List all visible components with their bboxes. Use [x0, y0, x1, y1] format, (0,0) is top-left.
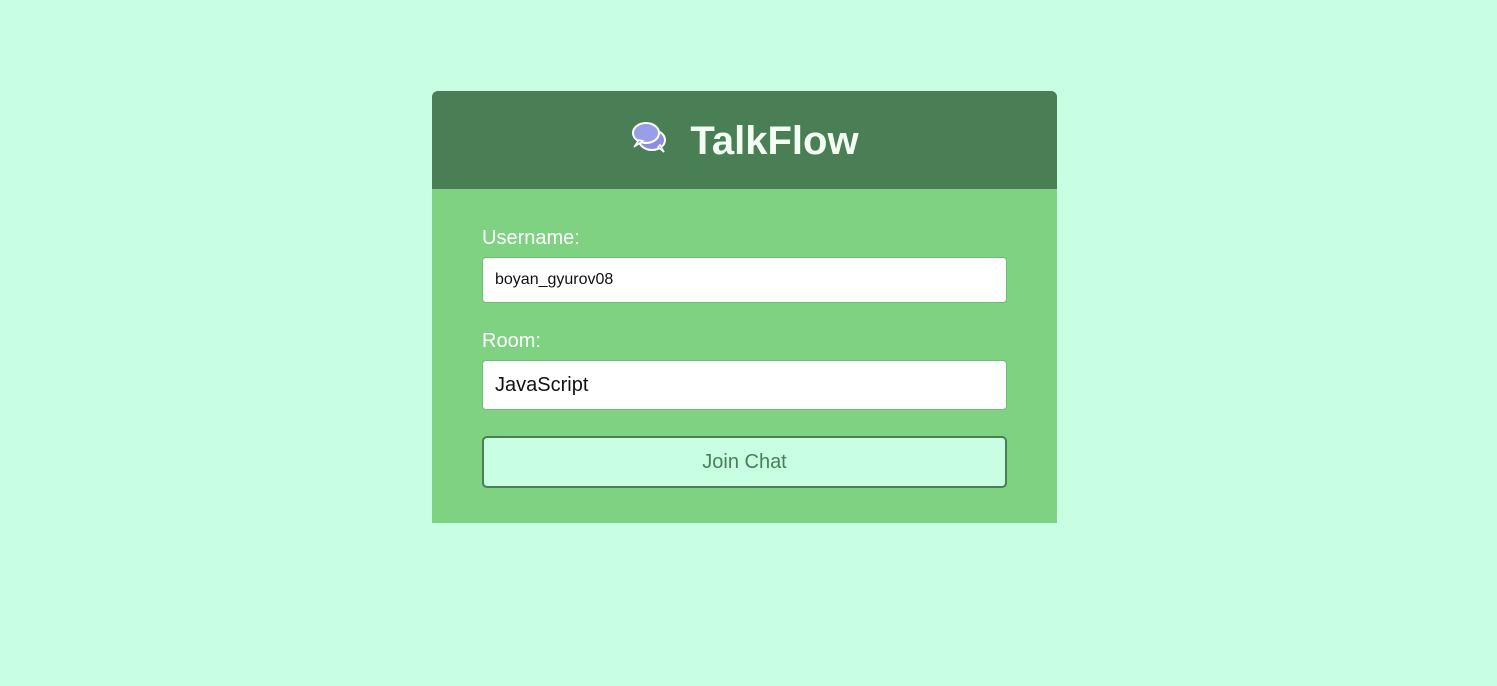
room-input[interactable] — [482, 360, 1007, 410]
join-form: Username: Room: Join Chat — [432, 227, 1057, 488]
room-label: Room: — [482, 330, 541, 352]
username-label: Username: — [482, 227, 580, 249]
speech-bubbles-icon — [630, 120, 668, 154]
join-card: TalkFlow Username: Room: Join Chat — [432, 91, 1057, 523]
card-header: TalkFlow — [432, 91, 1057, 189]
username-input[interactable] — [482, 257, 1007, 303]
app-title: TalkFlow — [690, 118, 859, 163]
join-chat-button[interactable]: Join Chat — [482, 436, 1007, 488]
